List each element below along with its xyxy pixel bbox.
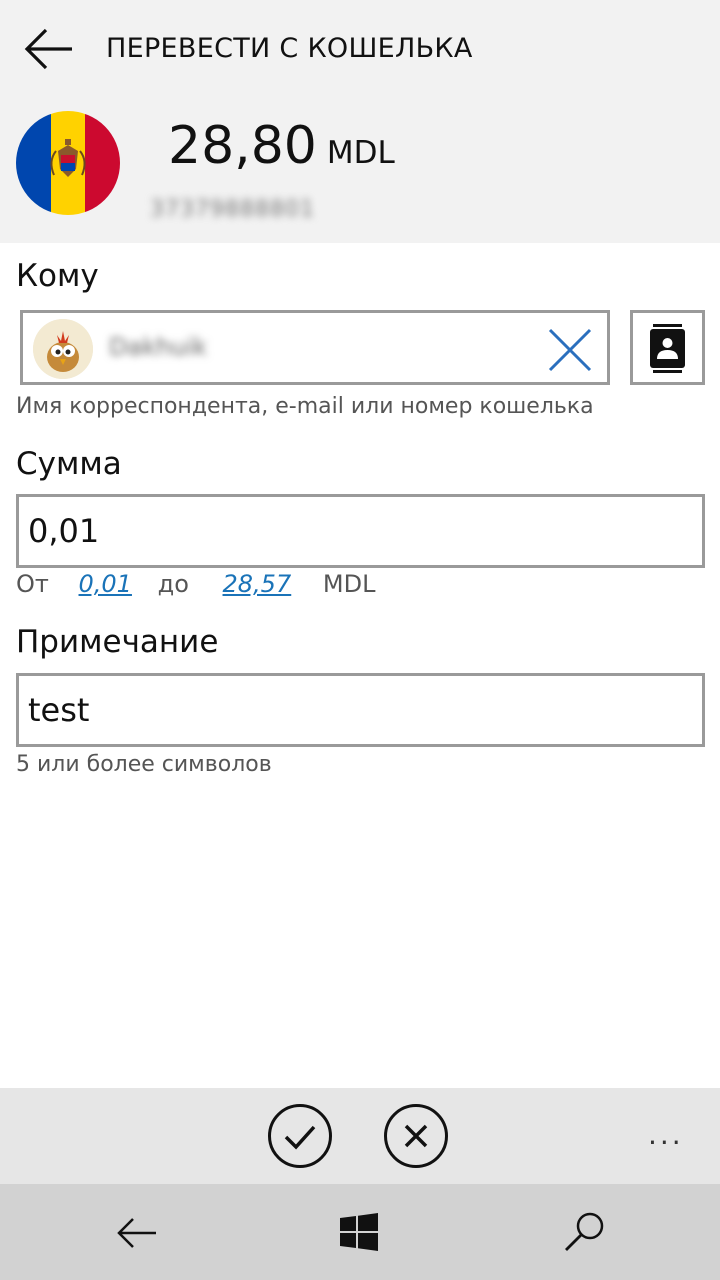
transfer-page: ПЕРЕВЕСТИ С КОШЕЛЬКА 28,80 MDL 3737988880… <box>0 0 720 1280</box>
app-bar: ... <box>0 1088 720 1184</box>
moldova-flag-icon <box>16 111 120 215</box>
search-icon[interactable] <box>562 1210 608 1256</box>
note-input[interactable]: test <box>16 673 705 747</box>
note-label: Примечание <box>16 624 219 660</box>
amount-label: Сумма <box>16 446 122 482</box>
wallet-number: 37379888801 <box>150 197 315 222</box>
recipient-input[interactable]: Dakhuik <box>20 310 610 385</box>
more-button[interactable]: ... <box>648 1118 684 1151</box>
confirm-button[interactable] <box>268 1104 332 1168</box>
note-hint: 5 или более символов <box>16 752 272 777</box>
recipient-label: Кому <box>16 258 99 294</box>
range-min-link[interactable]: 0,01 <box>79 570 132 598</box>
cancel-button[interactable] <box>384 1104 448 1168</box>
avatar <box>33 319 93 379</box>
close-icon <box>404 1124 428 1148</box>
range-currency: MDL <box>322 570 376 598</box>
balance-amount: 28,80 <box>168 116 317 176</box>
balance: 28,80 MDL <box>168 116 395 176</box>
recipient-name: Dakhuik <box>109 333 208 361</box>
clear-icon[interactable] <box>547 327 593 373</box>
balance-currency: MDL <box>326 135 395 171</box>
page-title: ПЕРЕВЕСТИ С КОШЕЛЬКА <box>106 33 473 64</box>
contact-book-icon <box>650 324 685 373</box>
amount-input[interactable]: 0,01 <box>16 494 705 568</box>
contacts-button[interactable] <box>630 310 705 385</box>
checkmark-icon <box>284 1125 316 1150</box>
range-max-link[interactable]: 28,57 <box>223 570 292 598</box>
back-arrow-icon[interactable] <box>22 26 76 72</box>
header: ПЕРЕВЕСТИ С КОШЕЛЬКА 28,80 MDL 3737988880… <box>0 0 720 243</box>
nav-back-icon[interactable] <box>114 1210 160 1256</box>
range-to-label: до <box>157 570 189 598</box>
windows-start-icon[interactable] <box>336 1210 382 1256</box>
amount-range: От 0,01 до 28,57 MDL <box>16 570 375 598</box>
system-nav-bar <box>0 1184 720 1280</box>
recipient-hint: Имя корреспондента, e-mail или номер кош… <box>16 394 594 419</box>
range-from-label: От <box>16 570 49 598</box>
